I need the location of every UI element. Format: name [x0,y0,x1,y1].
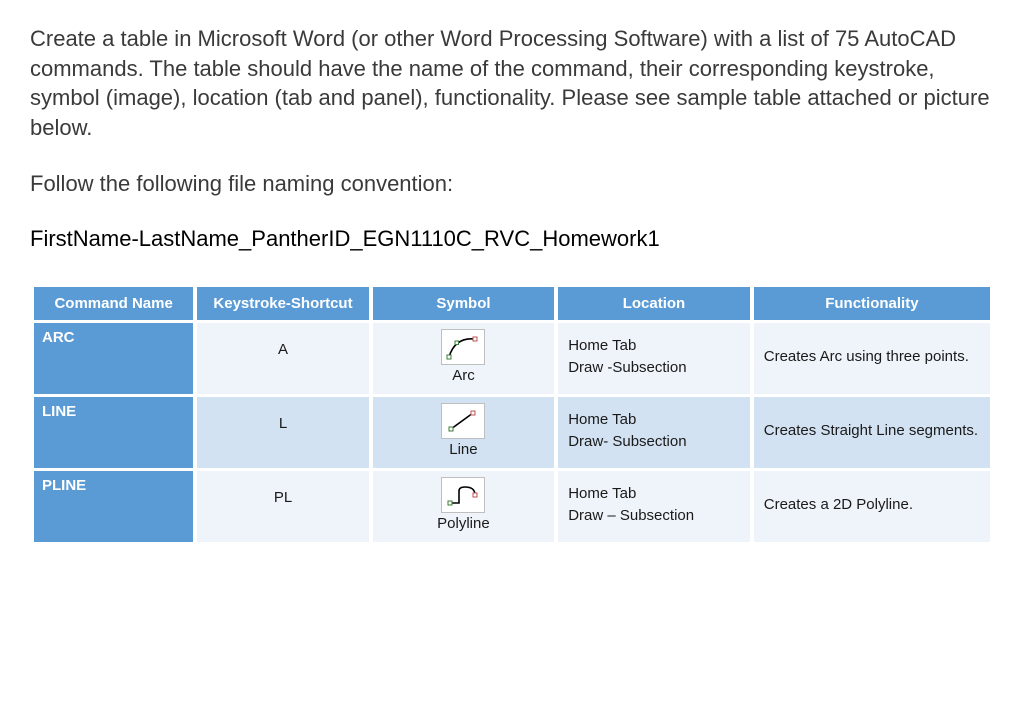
cell-command-name: ARC [34,323,193,394]
cell-location: Home Tab Draw- Subsection [558,397,750,468]
line-icon [441,403,485,439]
cell-functionality: Creates a 2D Polyline. [754,471,990,542]
location-line2: Draw – Subsection [568,507,694,524]
cell-keystroke: PL [197,471,368,542]
location-line1: Home Tab [568,337,636,354]
naming-convention-heading: Follow the following file naming convent… [30,169,994,199]
icon-label: Arc [441,367,485,384]
location-line2: Draw -Subsection [568,359,686,376]
cell-command-name: LINE [34,397,193,468]
location-line1: Home Tab [568,485,636,502]
icon-label: Polyline [437,515,490,532]
cell-functionality: Creates Arc using three points. [754,323,990,394]
cell-symbol: Arc [373,323,554,394]
header-symbol: Symbol [373,287,554,320]
table-row: PLINE PL Polyline Home Tab Draw – Su [34,471,990,542]
arc-icon [441,329,485,365]
table-row: LINE L Line Home Tab Draw- Subsectio [34,397,990,468]
cell-keystroke: L [197,397,368,468]
instructions-text: Create a table in Microsoft Word (or oth… [30,24,994,143]
cell-location: Home Tab Draw -Subsection [558,323,750,394]
cell-keystroke: A [197,323,368,394]
header-functionality: Functionality [754,287,990,320]
cell-symbol: Line [373,397,554,468]
cell-location: Home Tab Draw – Subsection [558,471,750,542]
header-command-name: Command Name [34,287,193,320]
cell-command-name: PLINE [34,471,193,542]
location-line1: Home Tab [568,411,636,428]
icon-label: Line [441,441,485,458]
header-keystroke: Keystroke-Shortcut [197,287,368,320]
commands-table: Command Name Keystroke-Shortcut Symbol L… [30,284,994,545]
cell-symbol: Polyline [373,471,554,542]
table-row: ARC A Arc Home Tab Dr [34,323,990,394]
filename-pattern: FirstName-LastName_PantherID_EGN1110C_RV… [30,224,994,254]
location-line2: Draw- Subsection [568,433,686,450]
polyline-icon [441,477,485,513]
header-location: Location [558,287,750,320]
cell-functionality: Creates Straight Line segments. [754,397,990,468]
